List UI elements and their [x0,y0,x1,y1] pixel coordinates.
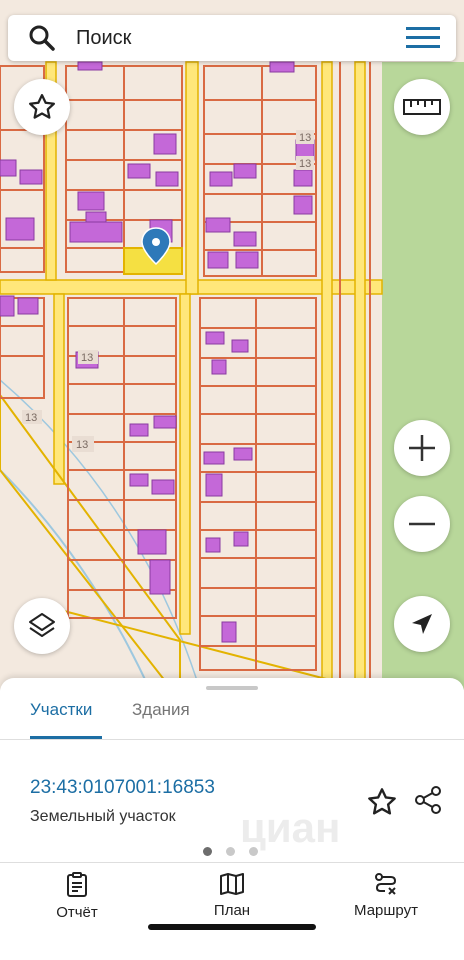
report-icon [67,872,87,897]
map-number-label: 13 [81,352,93,364]
plus-icon [409,435,435,461]
map-number-label: 13 [76,439,88,451]
search-input[interactable]: Поиск [76,27,131,50]
pager-dot [249,847,258,856]
bottom-sheet[interactable]: Участки Здания 23:43:0107001:16853 Земел… [0,678,464,960]
search-bar[interactable]: Поиск [8,15,456,61]
tab-parcels[interactable]: Участки [30,700,92,720]
pager-dots [203,847,258,856]
minus-icon [409,522,435,526]
tab-divider [0,739,464,740]
map-icon [220,873,244,895]
nav-route[interactable]: Маршрут [326,872,446,919]
star-icon [29,94,55,119]
map-number-label: 13 [299,132,311,144]
ruler-button[interactable] [394,79,450,135]
home-indicator[interactable] [148,924,316,930]
navigation-arrow-icon [412,614,432,634]
tab-buildings[interactable]: Здания [132,700,190,720]
layers-button[interactable] [14,598,70,654]
nav-report[interactable]: Отчёт [17,872,137,921]
zoom-in-button[interactable] [394,420,450,476]
nav-report-label: Отчёт [56,904,98,921]
search-icon [29,25,55,51]
nav-plan[interactable]: План [172,872,292,919]
route-icon [375,873,397,895]
nav-plan-label: План [213,902,251,919]
menu-icon[interactable] [406,25,440,51]
bottom-nav-divider [0,862,464,863]
zoom-out-button[interactable] [394,496,450,552]
map-number-label: 13 [299,158,311,170]
share-icon[interactable] [412,784,444,816]
river-line [0,469,151,690]
parcel-type: Земельный участок [30,808,176,825]
favorite-button[interactable] [14,79,70,135]
sheet-drag-handle[interactable] [206,686,258,690]
favorite-parcel-star-icon[interactable] [366,786,398,818]
my-location-button[interactable] [394,596,450,652]
pager-dot-active [203,847,212,856]
map-number-label: 13 [25,412,37,424]
layers-icon [29,613,55,637]
nav-route-label: Маршрут [354,902,418,919]
pager-dot [226,847,235,856]
svg-text:циан: циан [240,804,340,851]
ruler-icon [403,99,441,115]
parcel-cadastral-number[interactable]: 23:43:0107001:16853 [30,777,215,799]
